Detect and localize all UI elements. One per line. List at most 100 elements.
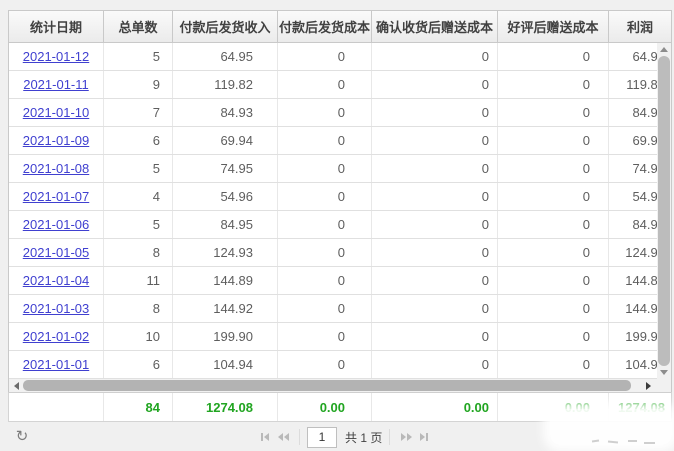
cell-orders: 10	[104, 323, 173, 350]
cell-confirm-gift-cost: 0	[372, 239, 498, 266]
table-row: 2021-01-08574.9500074.95	[9, 155, 671, 183]
horizontal-scrollbar[interactable]	[8, 379, 672, 392]
date-link[interactable]: 2021-01-09	[23, 133, 90, 148]
table-row: 2021-01-09669.9400069.94	[9, 127, 671, 155]
vertical-scrollbar[interactable]	[657, 43, 671, 379]
date-link[interactable]: 2021-01-04	[23, 273, 90, 288]
table-row: 2021-01-058124.93000124.93	[9, 239, 671, 267]
date-link[interactable]: 2021-01-10	[23, 105, 90, 120]
cell-confirm-gift-cost: 0	[372, 99, 498, 126]
scroll-left-arrow-icon[interactable]	[9, 379, 23, 392]
cell-revenue: 74.95	[173, 155, 278, 182]
date-link[interactable]: 2021-01-07	[23, 189, 90, 204]
cell-confirm-gift-cost: 0	[372, 71, 498, 98]
cell-praise-gift-cost: 0	[498, 43, 609, 70]
scroll-right-arrow-icon[interactable]	[641, 379, 655, 392]
cell-ship-cost: 0	[278, 351, 372, 378]
scroll-down-arrow-icon[interactable]	[657, 366, 671, 379]
cell-praise-gift-cost: 0	[498, 323, 609, 350]
cell-revenue: 144.92	[173, 295, 278, 322]
table-row: 2021-01-0210199.90000199.90	[9, 323, 671, 351]
page-number-input[interactable]	[307, 427, 337, 448]
cell-praise-gift-cost: 0	[498, 351, 609, 378]
cell-confirm-gift-cost: 0	[372, 155, 498, 182]
last-page-button[interactable]	[415, 428, 433, 446]
cell-orders: 6	[104, 351, 173, 378]
cell-date: 2021-01-07	[9, 183, 104, 210]
column-header-orders: 总单数	[104, 11, 173, 42]
cell-date: 2021-01-02	[9, 323, 104, 350]
column-header-revenue: 付款后发货收入	[173, 11, 278, 42]
table-body: 2021-01-12564.9500064.952021-01-119119.8…	[8, 43, 672, 379]
cell-confirm-gift-cost: 0	[372, 183, 498, 210]
cell-date: 2021-01-03	[9, 295, 104, 322]
column-header-ship-cost: 付款后发货成本	[278, 11, 372, 42]
cell-praise-gift-cost: 0	[498, 127, 609, 154]
table-row: 2021-01-06584.9500084.95	[9, 211, 671, 239]
cell-ship-cost: 0	[278, 267, 372, 294]
cell-revenue: 124.93	[173, 239, 278, 266]
first-page-button[interactable]	[256, 428, 274, 446]
vertical-scrollbar-thumb[interactable]	[658, 56, 670, 366]
cell-date: 2021-01-08	[9, 155, 104, 182]
horizontal-scrollbar-thumb[interactable]	[23, 380, 631, 391]
cell-revenue: 119.82	[173, 71, 278, 98]
cell-confirm-gift-cost: 0	[372, 267, 498, 294]
cell-praise-gift-cost: 0	[498, 99, 609, 126]
cell-ship-cost: 0	[278, 127, 372, 154]
total-empty	[9, 393, 104, 421]
date-link[interactable]: 2021-01-11	[23, 77, 89, 92]
cell-revenue: 64.95	[173, 43, 278, 70]
date-link[interactable]: 2021-01-06	[23, 217, 90, 232]
cell-orders: 4	[104, 183, 173, 210]
cell-date: 2021-01-11	[9, 71, 104, 98]
datagrid-panel: 统计日期 总单数 付款后发货收入 付款后发货成本 确认收货后赠送成本 好评后赠送…	[8, 10, 672, 422]
cell-ship-cost: 0	[278, 99, 372, 126]
watermark-artifact	[550, 409, 672, 445]
cell-date: 2021-01-01	[9, 351, 104, 378]
table-row: 2021-01-0411144.89000144.89	[9, 267, 671, 295]
cell-praise-gift-cost: 0	[498, 211, 609, 238]
table-row: 2021-01-10784.9300084.93	[9, 99, 671, 127]
column-header-profit: 利润	[609, 11, 671, 42]
cell-orders: 7	[104, 99, 173, 126]
total-confirm-gift-cost: 0.00	[372, 393, 498, 421]
cell-praise-gift-cost: 0	[498, 71, 609, 98]
cell-ship-cost: 0	[278, 295, 372, 322]
cell-orders: 8	[104, 295, 173, 322]
table-row: 2021-01-07454.9600054.96	[9, 183, 671, 211]
cell-ship-cost: 0	[278, 211, 372, 238]
table-row: 2021-01-016104.94000104.94	[9, 351, 671, 379]
total-pages-label: 共 1 页	[345, 429, 382, 446]
date-link[interactable]: 2021-01-03	[23, 301, 90, 316]
refresh-icon[interactable]: ↻	[14, 429, 30, 445]
cell-ship-cost: 0	[278, 183, 372, 210]
next-page-button[interactable]	[397, 428, 415, 446]
total-ship-cost: 0.00	[278, 393, 372, 421]
prev-page-button[interactable]	[274, 428, 292, 446]
cell-ship-cost: 0	[278, 43, 372, 70]
cell-orders: 8	[104, 239, 173, 266]
cell-orders: 9	[104, 71, 173, 98]
cell-date: 2021-01-10	[9, 99, 104, 126]
cell-revenue: 199.90	[173, 323, 278, 350]
date-link[interactable]: 2021-01-12	[23, 49, 90, 64]
date-link[interactable]: 2021-01-08	[23, 161, 90, 176]
column-header-praise-gift-cost: 好评后赠送成本	[498, 11, 609, 42]
cell-praise-gift-cost: 0	[498, 239, 609, 266]
cell-revenue: 84.95	[173, 211, 278, 238]
cell-confirm-gift-cost: 0	[372, 323, 498, 350]
cell-orders: 11	[104, 267, 173, 294]
date-link[interactable]: 2021-01-05	[23, 245, 90, 260]
cell-date: 2021-01-05	[9, 239, 104, 266]
table-header-row: 统计日期 总单数 付款后发货收入 付款后发货成本 确认收货后赠送成本 好评后赠送…	[8, 10, 672, 43]
date-link[interactable]: 2021-01-02	[23, 329, 90, 344]
column-header-date: 统计日期	[9, 11, 104, 42]
cell-praise-gift-cost: 0	[498, 267, 609, 294]
date-link[interactable]: 2021-01-01	[23, 357, 90, 372]
cell-date: 2021-01-06	[9, 211, 104, 238]
scroll-up-arrow-icon[interactable]	[657, 43, 671, 56]
table-row: 2021-01-038144.92000144.92	[9, 295, 671, 323]
cell-ship-cost: 0	[278, 155, 372, 182]
total-orders: 84	[104, 393, 173, 421]
